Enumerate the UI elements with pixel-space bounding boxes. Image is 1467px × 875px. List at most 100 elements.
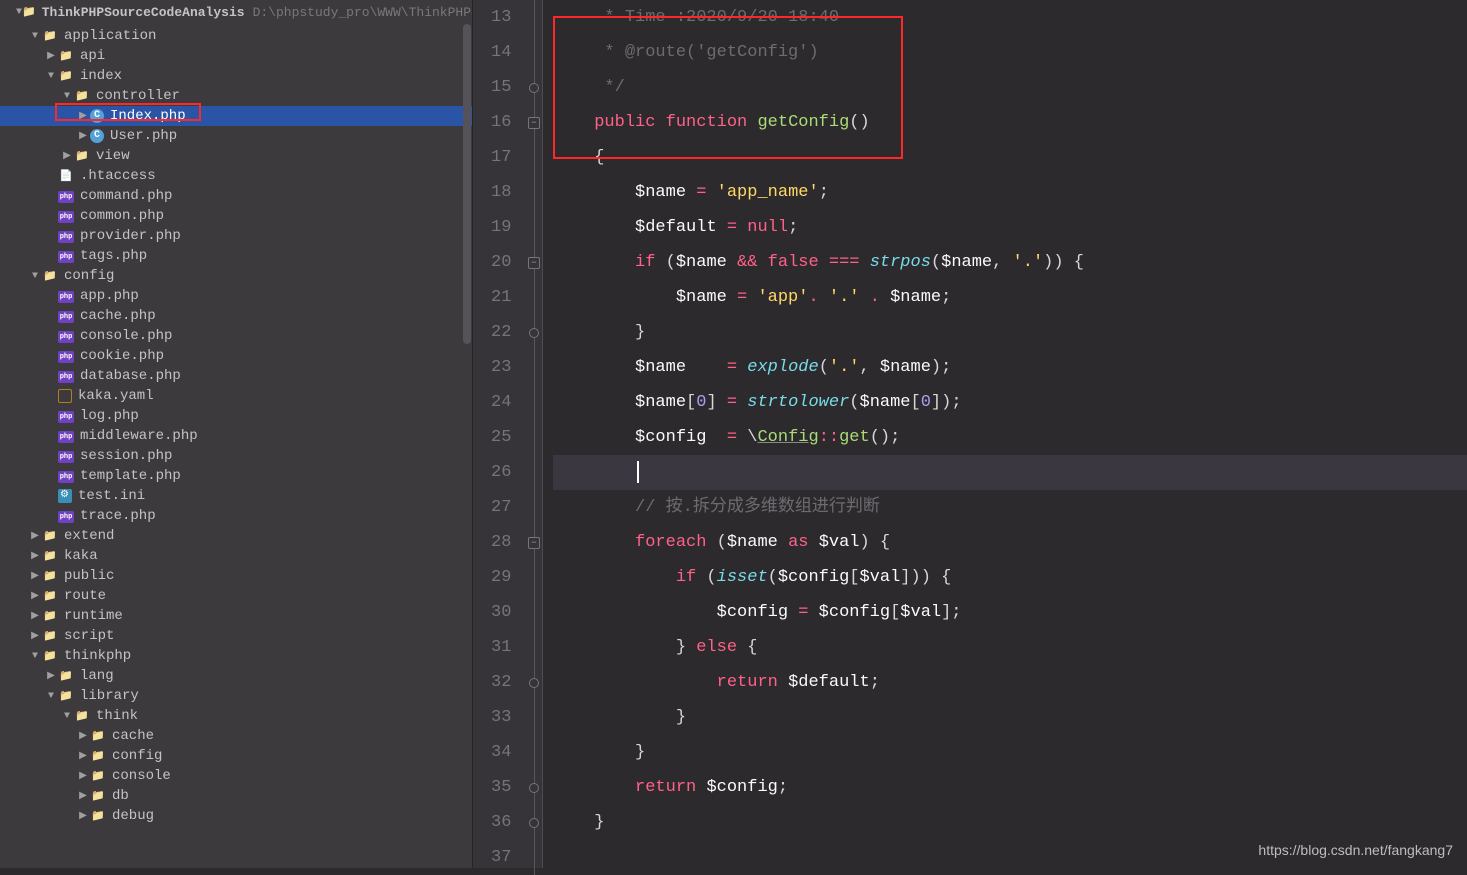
- tree-item-app-php[interactable]: app.php: [0, 286, 472, 306]
- code-line[interactable]: $name = 'app'. '.' . $name;: [553, 280, 1467, 315]
- tree-item-db[interactable]: db: [0, 786, 472, 806]
- code-line[interactable]: if (isset($config[$val])) {: [553, 560, 1467, 595]
- code-line[interactable]: */: [553, 70, 1467, 105]
- tree-item-test-ini[interactable]: test.ini: [0, 486, 472, 506]
- tree-item-extend[interactable]: extend: [0, 526, 472, 546]
- line-number[interactable]: 26: [491, 455, 511, 490]
- line-number[interactable]: 18: [491, 175, 511, 210]
- line-number[interactable]: 31: [491, 630, 511, 665]
- code-line[interactable]: $default = null;: [553, 210, 1467, 245]
- code-line[interactable]: $config = \Config::get();: [553, 420, 1467, 455]
- tree-item-kaka-yaml[interactable]: kaka.yaml: [0, 386, 472, 406]
- chevron-icon[interactable]: [60, 711, 74, 722]
- chevron-icon[interactable]: [76, 790, 90, 802]
- fold-cell[interactable]: [525, 35, 542, 70]
- line-number[interactable]: 27: [491, 490, 511, 525]
- chevron-icon[interactable]: [76, 110, 90, 122]
- tree-item-controller[interactable]: controller: [0, 86, 472, 106]
- chevron-icon[interactable]: [44, 691, 58, 702]
- code-line[interactable]: }: [553, 735, 1467, 770]
- code-line[interactable]: } else {: [553, 630, 1467, 665]
- line-number[interactable]: 15: [491, 70, 511, 105]
- line-numbers[interactable]: 1314151617181920212223242526272829303132…: [473, 0, 525, 868]
- line-number[interactable]: 21: [491, 280, 511, 315]
- fold-cell[interactable]: [525, 525, 542, 560]
- tree-item-config[interactable]: config: [0, 266, 472, 286]
- tree-item-console-php[interactable]: console.php: [0, 326, 472, 346]
- code-line[interactable]: return $default;: [553, 665, 1467, 700]
- tree-item-Index-php[interactable]: Index.php: [0, 106, 472, 126]
- fold-cell[interactable]: [525, 385, 542, 420]
- fold-cell[interactable]: [525, 315, 542, 350]
- code-line[interactable]: $name = explode('.', $name);: [553, 350, 1467, 385]
- chevron-icon[interactable]: [76, 770, 90, 782]
- chevron-icon[interactable]: [60, 150, 74, 162]
- tree-item-provider-php[interactable]: provider.php: [0, 226, 472, 246]
- tree-item-think[interactable]: think: [0, 706, 472, 726]
- fold-cell[interactable]: [525, 560, 542, 595]
- line-number[interactable]: 23: [491, 350, 511, 385]
- tree-item-index[interactable]: index: [0, 66, 472, 86]
- tree-item-debug[interactable]: debug: [0, 806, 472, 826]
- line-number[interactable]: 33: [491, 700, 511, 735]
- tree-item-trace-php[interactable]: trace.php: [0, 506, 472, 526]
- chevron-icon[interactable]: [44, 71, 58, 82]
- tree-item-cache[interactable]: cache: [0, 726, 472, 746]
- chevron-icon[interactable]: [28, 31, 42, 42]
- tree-item-route[interactable]: route: [0, 586, 472, 606]
- line-number[interactable]: 36: [491, 805, 511, 840]
- chevron-icon[interactable]: [28, 610, 42, 622]
- fold-cell[interactable]: [525, 210, 542, 245]
- line-number[interactable]: 25: [491, 420, 511, 455]
- chevron-icon[interactable]: [28, 530, 42, 542]
- fold-cell[interactable]: [525, 420, 542, 455]
- line-number[interactable]: 24: [491, 385, 511, 420]
- code-line[interactable]: }: [553, 805, 1467, 840]
- code-line[interactable]: $name[0] = strtolower($name[0]);: [553, 385, 1467, 420]
- fold-column[interactable]: [525, 0, 543, 868]
- chevron-icon[interactable]: [44, 50, 58, 62]
- fold-cell[interactable]: [525, 140, 542, 175]
- tree-item--htaccess[interactable]: .htaccess: [0, 166, 472, 186]
- fold-cell[interactable]: [525, 770, 542, 805]
- code-line[interactable]: $name = 'app_name';: [553, 175, 1467, 210]
- line-number[interactable]: 13: [491, 0, 511, 35]
- tree-item-kaka[interactable]: kaka: [0, 546, 472, 566]
- code-line[interactable]: $config = $config[$val];: [553, 595, 1467, 630]
- code-line[interactable]: }: [553, 315, 1467, 350]
- line-number[interactable]: 17: [491, 140, 511, 175]
- tree-item-common-php[interactable]: common.php: [0, 206, 472, 226]
- chevron-icon[interactable]: [28, 570, 42, 582]
- fold-cell[interactable]: [525, 490, 542, 525]
- tree-item-command-php[interactable]: command.php: [0, 186, 472, 206]
- code-line[interactable]: if ($name && false === strpos($name, '.'…: [553, 245, 1467, 280]
- fold-cell[interactable]: [525, 280, 542, 315]
- chevron-icon[interactable]: [76, 130, 90, 142]
- fold-cell[interactable]: [525, 245, 542, 280]
- fold-cell[interactable]: [525, 70, 542, 105]
- tree-item-library[interactable]: library: [0, 686, 472, 706]
- fold-cell[interactable]: [525, 665, 542, 700]
- tree-item-database-php[interactable]: database.php: [0, 366, 472, 386]
- tree-item-cookie-php[interactable]: cookie.php: [0, 346, 472, 366]
- code-line[interactable]: * @route('getConfig'): [553, 35, 1467, 70]
- code-line[interactable]: }: [553, 700, 1467, 735]
- line-number[interactable]: 20: [491, 245, 511, 280]
- fold-cell[interactable]: [525, 700, 542, 735]
- tree-item-view[interactable]: view: [0, 146, 472, 166]
- tree-item-application[interactable]: application: [0, 26, 472, 46]
- chevron-icon[interactable]: [76, 730, 90, 742]
- line-number[interactable]: 28: [491, 525, 511, 560]
- fold-cell[interactable]: [525, 175, 542, 210]
- fold-cell[interactable]: [525, 735, 542, 770]
- fold-cell[interactable]: [525, 0, 542, 35]
- line-number[interactable]: 32: [491, 665, 511, 700]
- tree-item-thinkphp[interactable]: thinkphp: [0, 646, 472, 666]
- tree-item-cache-php[interactable]: cache.php: [0, 306, 472, 326]
- fold-cell[interactable]: [525, 595, 542, 630]
- fold-cell[interactable]: [525, 105, 542, 140]
- tree-item-session-php[interactable]: session.php: [0, 446, 472, 466]
- scrollbar-thumb[interactable]: [463, 24, 471, 344]
- code-line[interactable]: [553, 455, 1467, 490]
- tree-item-log-php[interactable]: log.php: [0, 406, 472, 426]
